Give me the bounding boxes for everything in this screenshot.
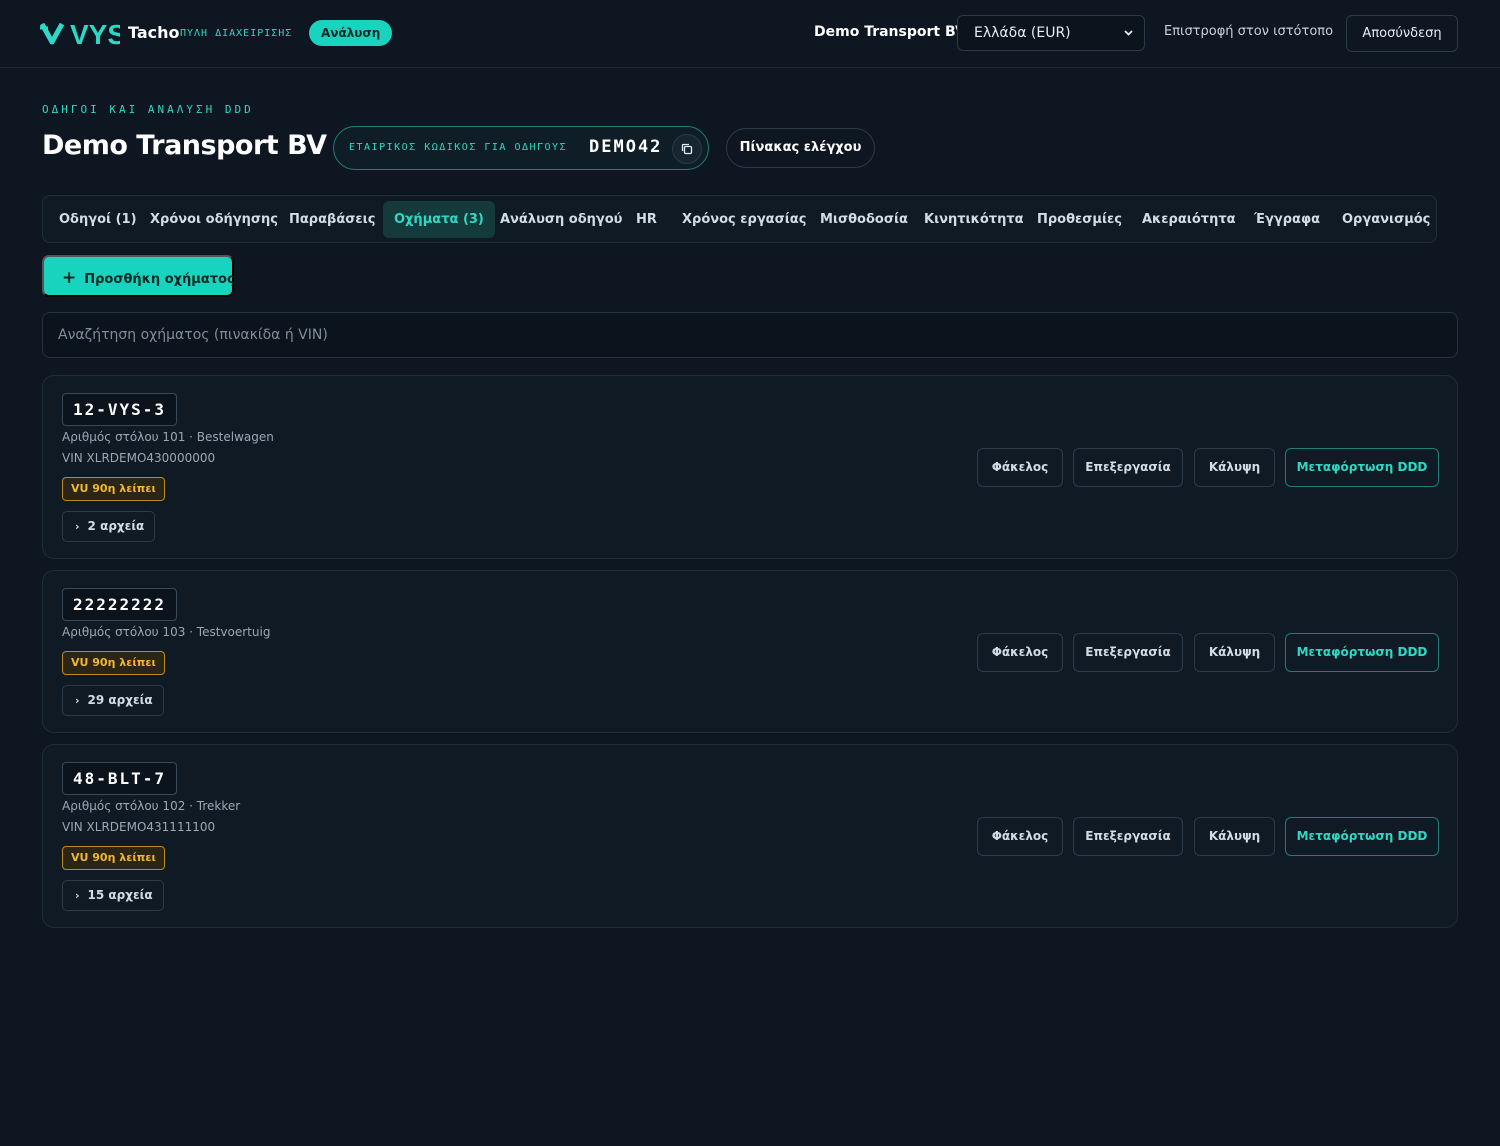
fleet-info: Αριθμός στόλου 101 · Bestelwagen	[62, 430, 274, 444]
tab-payroll[interactable]: Μισθοδοσία	[820, 201, 908, 238]
license-plate: 12-VYS-3	[62, 393, 178, 426]
vehicle-actions: Φάκελος Επεξεργασία Κάλυψη Μεταφόρτωση D…	[977, 633, 1440, 672]
tab-driver-analysis[interactable]: Ανάλυση οδηγού	[500, 201, 622, 238]
company-name: Demo Transport BV	[814, 24, 966, 40]
logo-mark: VYS	[40, 18, 120, 48]
vehicle-card: 12-VYS-3 Αριθμός στόλου 101 · Bestelwage…	[42, 375, 1458, 559]
vu-missing-badge: VU 90η λείπει	[62, 846, 165, 870]
folder-button[interactable]: Φάκελος	[977, 817, 1063, 856]
add-vehicle-label: Προσθήκη οχήματος	[84, 272, 235, 287]
country-select[interactable]: Ελλάδα (EUR)	[957, 15, 1145, 51]
upload-ddd-button[interactable]: Μεταφόρτωση DDD	[1285, 448, 1439, 487]
plus-icon: +	[62, 268, 77, 288]
logo-text: VYS	[70, 19, 120, 48]
files-toggle[interactable]: › 29 αρχεία	[62, 685, 164, 716]
chevron-right-icon: ›	[75, 694, 80, 707]
fleet-info: Αριθμός στόλου 102 · Trekker	[62, 799, 241, 813]
upload-ddd-button[interactable]: Μεταφόρτωση DDD	[1285, 817, 1439, 856]
tab-documents[interactable]: Έγγραφα	[1254, 201, 1320, 238]
logo[interactable]: VYS Tacho ΠΥΛΗ ΔΙΑΧΕΙΡΙΣΗΣ Ανάλυση	[40, 18, 393, 48]
folder-button[interactable]: Φάκελος	[977, 448, 1063, 487]
company-code-label: ΕΤΑΙΡΙΚΟΣ ΚΩΔΙΚΟΣ ΓΙΑ ΟΔΗΓΟΥΣ	[349, 142, 568, 153]
files-count: 2 αρχεία	[87, 519, 145, 533]
folder-button[interactable]: Φάκελος	[977, 633, 1063, 672]
edit-button[interactable]: Επεξεργασία	[1073, 817, 1183, 856]
tab-bar: Οδηγοί (1) Χρόνοι οδήγησης Παραβάσεις Οχ…	[42, 195, 1437, 243]
tab-integrity[interactable]: Ακεραιότητα	[1142, 201, 1236, 238]
back-to-site-link[interactable]: Επιστροφή στον ιστότοπο	[1164, 24, 1333, 39]
tab-organization[interactable]: Οργανισμός	[1342, 201, 1430, 238]
section-eyebrow: ΟΔΗΓΟΙ ΚΑΙ ΑΝΑΛΥΣΗ DDD	[42, 103, 254, 116]
tab-violations[interactable]: Παραβάσεις	[289, 201, 375, 238]
license-plate: 22222222	[62, 588, 178, 621]
tab-vehicles[interactable]: Οχήματα (3)	[383, 201, 495, 238]
product-subtitle: ΠΥΛΗ ΔΙΑΧΕΙΡΙΣΗΣ	[180, 28, 293, 39]
mode-badge: Ανάλυση	[309, 20, 393, 46]
vu-missing-badge: VU 90η λείπει	[62, 477, 165, 501]
chevron-right-icon: ›	[75, 889, 80, 902]
tab-working-time[interactable]: Χρόνος εργασίας	[682, 201, 806, 238]
tab-mobility[interactable]: Κινητικότητα	[924, 201, 1024, 238]
chevron-down-icon	[1123, 16, 1134, 64]
add-vehicle-button[interactable]: + Προσθήκη οχήματος	[42, 255, 235, 297]
logout-button[interactable]: Αποσύνδεση	[1346, 15, 1458, 52]
vehicle-card: 48-BLT-7 Αριθμός στόλου 102 · Trekker VI…	[42, 744, 1458, 928]
copy-code-button[interactable]	[672, 134, 702, 164]
country-select-value: Ελλάδα (EUR)	[974, 25, 1071, 41]
vin-text: VIN XLRDEMO431111100	[62, 820, 216, 834]
coverage-button[interactable]: Κάλυψη	[1194, 448, 1275, 487]
fleet-info: Αριθμός στόλου 103 · Testvoertuig	[62, 625, 271, 639]
tab-deadlines[interactable]: Προθεσμίες	[1037, 201, 1122, 238]
upload-ddd-button[interactable]: Μεταφόρτωση DDD	[1285, 633, 1439, 672]
vu-missing-badge: VU 90η λείπει	[62, 651, 165, 675]
vehicle-actions: Φάκελος Επεξεργασία Κάλυψη Μεταφόρτωση D…	[977, 448, 1440, 487]
files-count: 15 αρχεία	[87, 888, 153, 902]
tab-driving-times[interactable]: Χρόνοι οδήγησης	[150, 201, 278, 238]
tab-drivers[interactable]: Οδηγοί (1)	[59, 201, 137, 238]
product-name: Tacho	[128, 23, 180, 42]
page-title: Demo Transport BV	[42, 130, 327, 161]
coverage-button[interactable]: Κάλυψη	[1194, 817, 1275, 856]
coverage-button[interactable]: Κάλυψη	[1194, 633, 1275, 672]
edit-button[interactable]: Επεξεργασία	[1073, 448, 1183, 487]
chevron-right-icon: ›	[75, 520, 80, 533]
dashboard-button[interactable]: Πίνακας ελέγχου	[726, 128, 875, 168]
files-toggle[interactable]: › 2 αρχεία	[62, 511, 156, 542]
vehicle-actions: Φάκελος Επεξεργασία Κάλυψη Μεταφόρτωση D…	[977, 817, 1440, 856]
copy-icon	[681, 140, 693, 159]
company-code-value: DEMO42	[589, 137, 663, 157]
vehicle-search	[42, 312, 1458, 358]
vehicle-search-input[interactable]	[43, 313, 1457, 357]
vehicle-card: 22222222 Αριθμός στόλου 103 · Testvoertu…	[42, 570, 1458, 733]
license-plate: 48-BLT-7	[62, 762, 178, 795]
vin-text: VIN XLRDEMO430000000	[62, 451, 216, 465]
vys-logo-icon: VYS	[40, 19, 120, 48]
edit-button[interactable]: Επεξεργασία	[1073, 633, 1183, 672]
top-bar: VYS Tacho ΠΥΛΗ ΔΙΑΧΕΙΡΙΣΗΣ Ανάλυση Demo …	[0, 0, 1500, 68]
tab-hr[interactable]: HR	[636, 201, 657, 238]
files-count: 29 αρχεία	[87, 693, 153, 707]
company-code-pill: ΕΤΑΙΡΙΚΟΣ ΚΩΔΙΚΟΣ ΓΙΑ ΟΔΗΓΟΥΣ DEMO42	[333, 126, 709, 170]
files-toggle[interactable]: › 15 αρχεία	[62, 880, 164, 911]
